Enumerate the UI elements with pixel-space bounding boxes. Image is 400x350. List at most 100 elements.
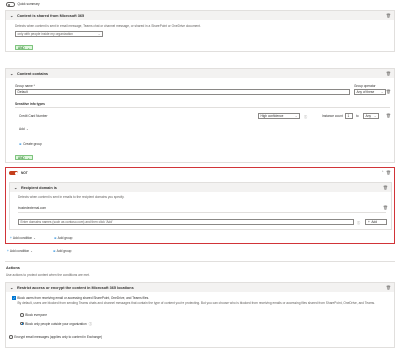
delete-icon[interactable]: 🗑 (386, 13, 391, 18)
content-shared-header[interactable]: ⌄ Content is shared from Microsoft 365 (6, 11, 394, 20)
plus-icon: + (368, 220, 370, 224)
not-add-condition-button[interactable]: + Add condition ⌄ (10, 236, 36, 240)
group-name-value: Default (17, 90, 28, 94)
domain-list-item: trustedexternal.com (18, 206, 46, 210)
and-operator-dropdown[interactable]: AND ⌄ (15, 45, 33, 51)
restrict-access-title: Restrict access or encrypt the content i… (17, 285, 134, 290)
add-group-label: Add group (56, 249, 72, 253)
radio-everyone-label: Block everyone (25, 313, 47, 317)
content-shared-card: ⌄ Content is shared from Microsoft 365 🗑… (5, 10, 395, 52)
and-label: AND (18, 155, 25, 160)
chevron-down-icon: ⌄ (97, 32, 101, 36)
chevron-down-icon[interactable]: ⌄ (10, 285, 14, 290)
group-operator-dropdown[interactable]: Any of these ⌄ (354, 89, 386, 95)
radio-button[interactable] (9, 335, 13, 339)
radio-button[interactable] (20, 321, 24, 326)
group-name-input[interactable]: Default (15, 89, 350, 95)
chevron-down-icon[interactable]: ⌄ (14, 185, 18, 190)
add-condition-label: Add condition (12, 236, 33, 240)
sensitive-info-types-label: Sensitive info types (15, 102, 45, 106)
domain-input-placeholder: Enter domains names (such as contoso.com… (20, 220, 113, 224)
plus-icon: + (7, 249, 9, 253)
add-condition-label: Add condition (9, 249, 30, 253)
restrict-access-header[interactable]: ⌄ Restrict access or encrypt the content… (6, 283, 394, 292)
not-toggle-row[interactable]: NOT (9, 170, 28, 176)
recipient-domain-header[interactable]: ⌄ Recipient domain is (10, 183, 391, 192)
chevron-down-icon: ⌄ (373, 114, 377, 118)
divider (5, 261, 395, 262)
content-contains-title: Content contains (17, 71, 49, 76)
add-condition-button[interactable]: + Add condition ⌄ (7, 249, 33, 253)
info-type-name: Credit Card Number (19, 114, 48, 118)
quick-summary-row[interactable]: Quick summary (6, 2, 40, 7)
instance-max-value: Any (365, 114, 372, 118)
group-operator-label: Group operator (354, 84, 376, 88)
encrypt-option-row[interactable]: Encrypt email messages (applies only to … (9, 335, 102, 339)
radio-block-outside[interactable]: Block only people outside your organizat… (20, 321, 92, 326)
recipient-domain-card: ⌄ Recipient domain is 🗑 Detects when con… (9, 182, 392, 230)
chevron-down-icon: ⌄ (33, 236, 36, 240)
create-group-button[interactable]: ⊕ Create group (19, 142, 42, 146)
add-button-label: Add (371, 220, 378, 224)
block-users-detail: By default, users are blocked from sendi… (17, 301, 376, 305)
chevron-down-icon: ⌄ (294, 114, 298, 118)
instance-min-value: 1 (347, 114, 350, 118)
chevron-down-icon[interactable]: ⌄ (10, 71, 14, 76)
chevron-down-icon[interactable]: ⌄ (10, 13, 14, 18)
confidence-value: High confidence (260, 114, 284, 118)
share-scope-value: only with people inside my organization (17, 32, 73, 36)
delete-icon[interactable]: 🗑 (386, 89, 391, 94)
not-toggle[interactable] (9, 170, 18, 176)
content-shared-title: Content is shared from Microsoft 365 (17, 13, 85, 18)
info-icon: ⓘ (88, 322, 92, 326)
add-domain-button[interactable]: + Add (365, 219, 387, 225)
delete-icon[interactable]: 🗑 (386, 170, 391, 175)
and-operator-dropdown[interactable]: AND ⌄ (15, 155, 33, 161)
chevron-up-icon[interactable]: ⌃ (381, 170, 384, 174)
share-scope-dropdown[interactable]: only with people inside my organization … (15, 31, 103, 37)
not-add-group-button[interactable]: ⊕ Add group (54, 236, 72, 240)
add-group-icon: ⊕ (54, 236, 57, 240)
add-group-label: Add group (57, 236, 73, 240)
recipient-domain-description: Detects when content is sent in emails t… (18, 195, 125, 199)
restrict-access-card: ⌄ Restrict access or encrypt the content… (5, 282, 395, 348)
add-group-icon: ⊕ (19, 142, 22, 146)
chevron-down-icon: ⌄ (30, 249, 33, 253)
divider (15, 107, 390, 108)
block-users-checkbox[interactable]: ✓ (12, 296, 16, 300)
block-users-checkbox-row[interactable]: ✓ Block users from receiving email or ac… (12, 296, 149, 300)
content-shared-description: Detects when content is sent in email me… (15, 24, 201, 28)
instance-min-input[interactable]: 1 (345, 113, 353, 119)
block-users-label: Block users from receiving email or acce… (17, 296, 150, 300)
radio-block-everyone[interactable]: Block everyone (20, 313, 47, 317)
delete-icon[interactable]: 🗑 (383, 185, 388, 190)
chevron-down-icon: ⌄ (26, 127, 29, 131)
info-icon: ⓘ (304, 115, 308, 119)
delete-icon[interactable]: 🗑 (386, 71, 391, 76)
confidence-dropdown[interactable]: High confidence ⌄ (258, 113, 300, 119)
instance-max-dropdown[interactable]: Any ⌄ (363, 113, 379, 119)
delete-icon[interactable]: 🗑 (383, 205, 388, 210)
radio-button[interactable] (20, 313, 24, 317)
create-group-label: Create group (23, 142, 42, 146)
content-contains-card: ⌄ Content contains 🗑 Group name * Defaul… (5, 68, 395, 163)
add-info-type-button[interactable]: Add ⌄ (19, 127, 29, 131)
content-contains-header[interactable]: ⌄ Content contains (6, 69, 394, 78)
group-operator-value: Any of these (356, 90, 375, 94)
add-group-icon: ⊕ (53, 249, 56, 253)
delete-icon[interactable]: 🗑 (386, 113, 391, 118)
and-label: AND (18, 45, 25, 50)
add-label: Add (19, 127, 25, 131)
encrypt-label: Encrypt email messages (applies only to … (14, 335, 103, 339)
actions-heading: Actions (6, 266, 20, 270)
not-label: NOT (21, 170, 28, 175)
domain-input[interactable]: Enter domains names (such as contoso.com… (18, 219, 354, 225)
chevron-down-icon: ⌄ (27, 45, 30, 50)
chevron-down-icon: ⌄ (27, 155, 30, 160)
divider (18, 212, 386, 213)
add-group-button[interactable]: ⊕ Add group (53, 249, 71, 253)
quick-summary-toggle[interactable] (6, 2, 15, 7)
group-name-label: Group name * (15, 84, 35, 88)
instance-count-label: Instance count (322, 114, 343, 118)
delete-icon[interactable]: 🗑 (386, 285, 391, 290)
